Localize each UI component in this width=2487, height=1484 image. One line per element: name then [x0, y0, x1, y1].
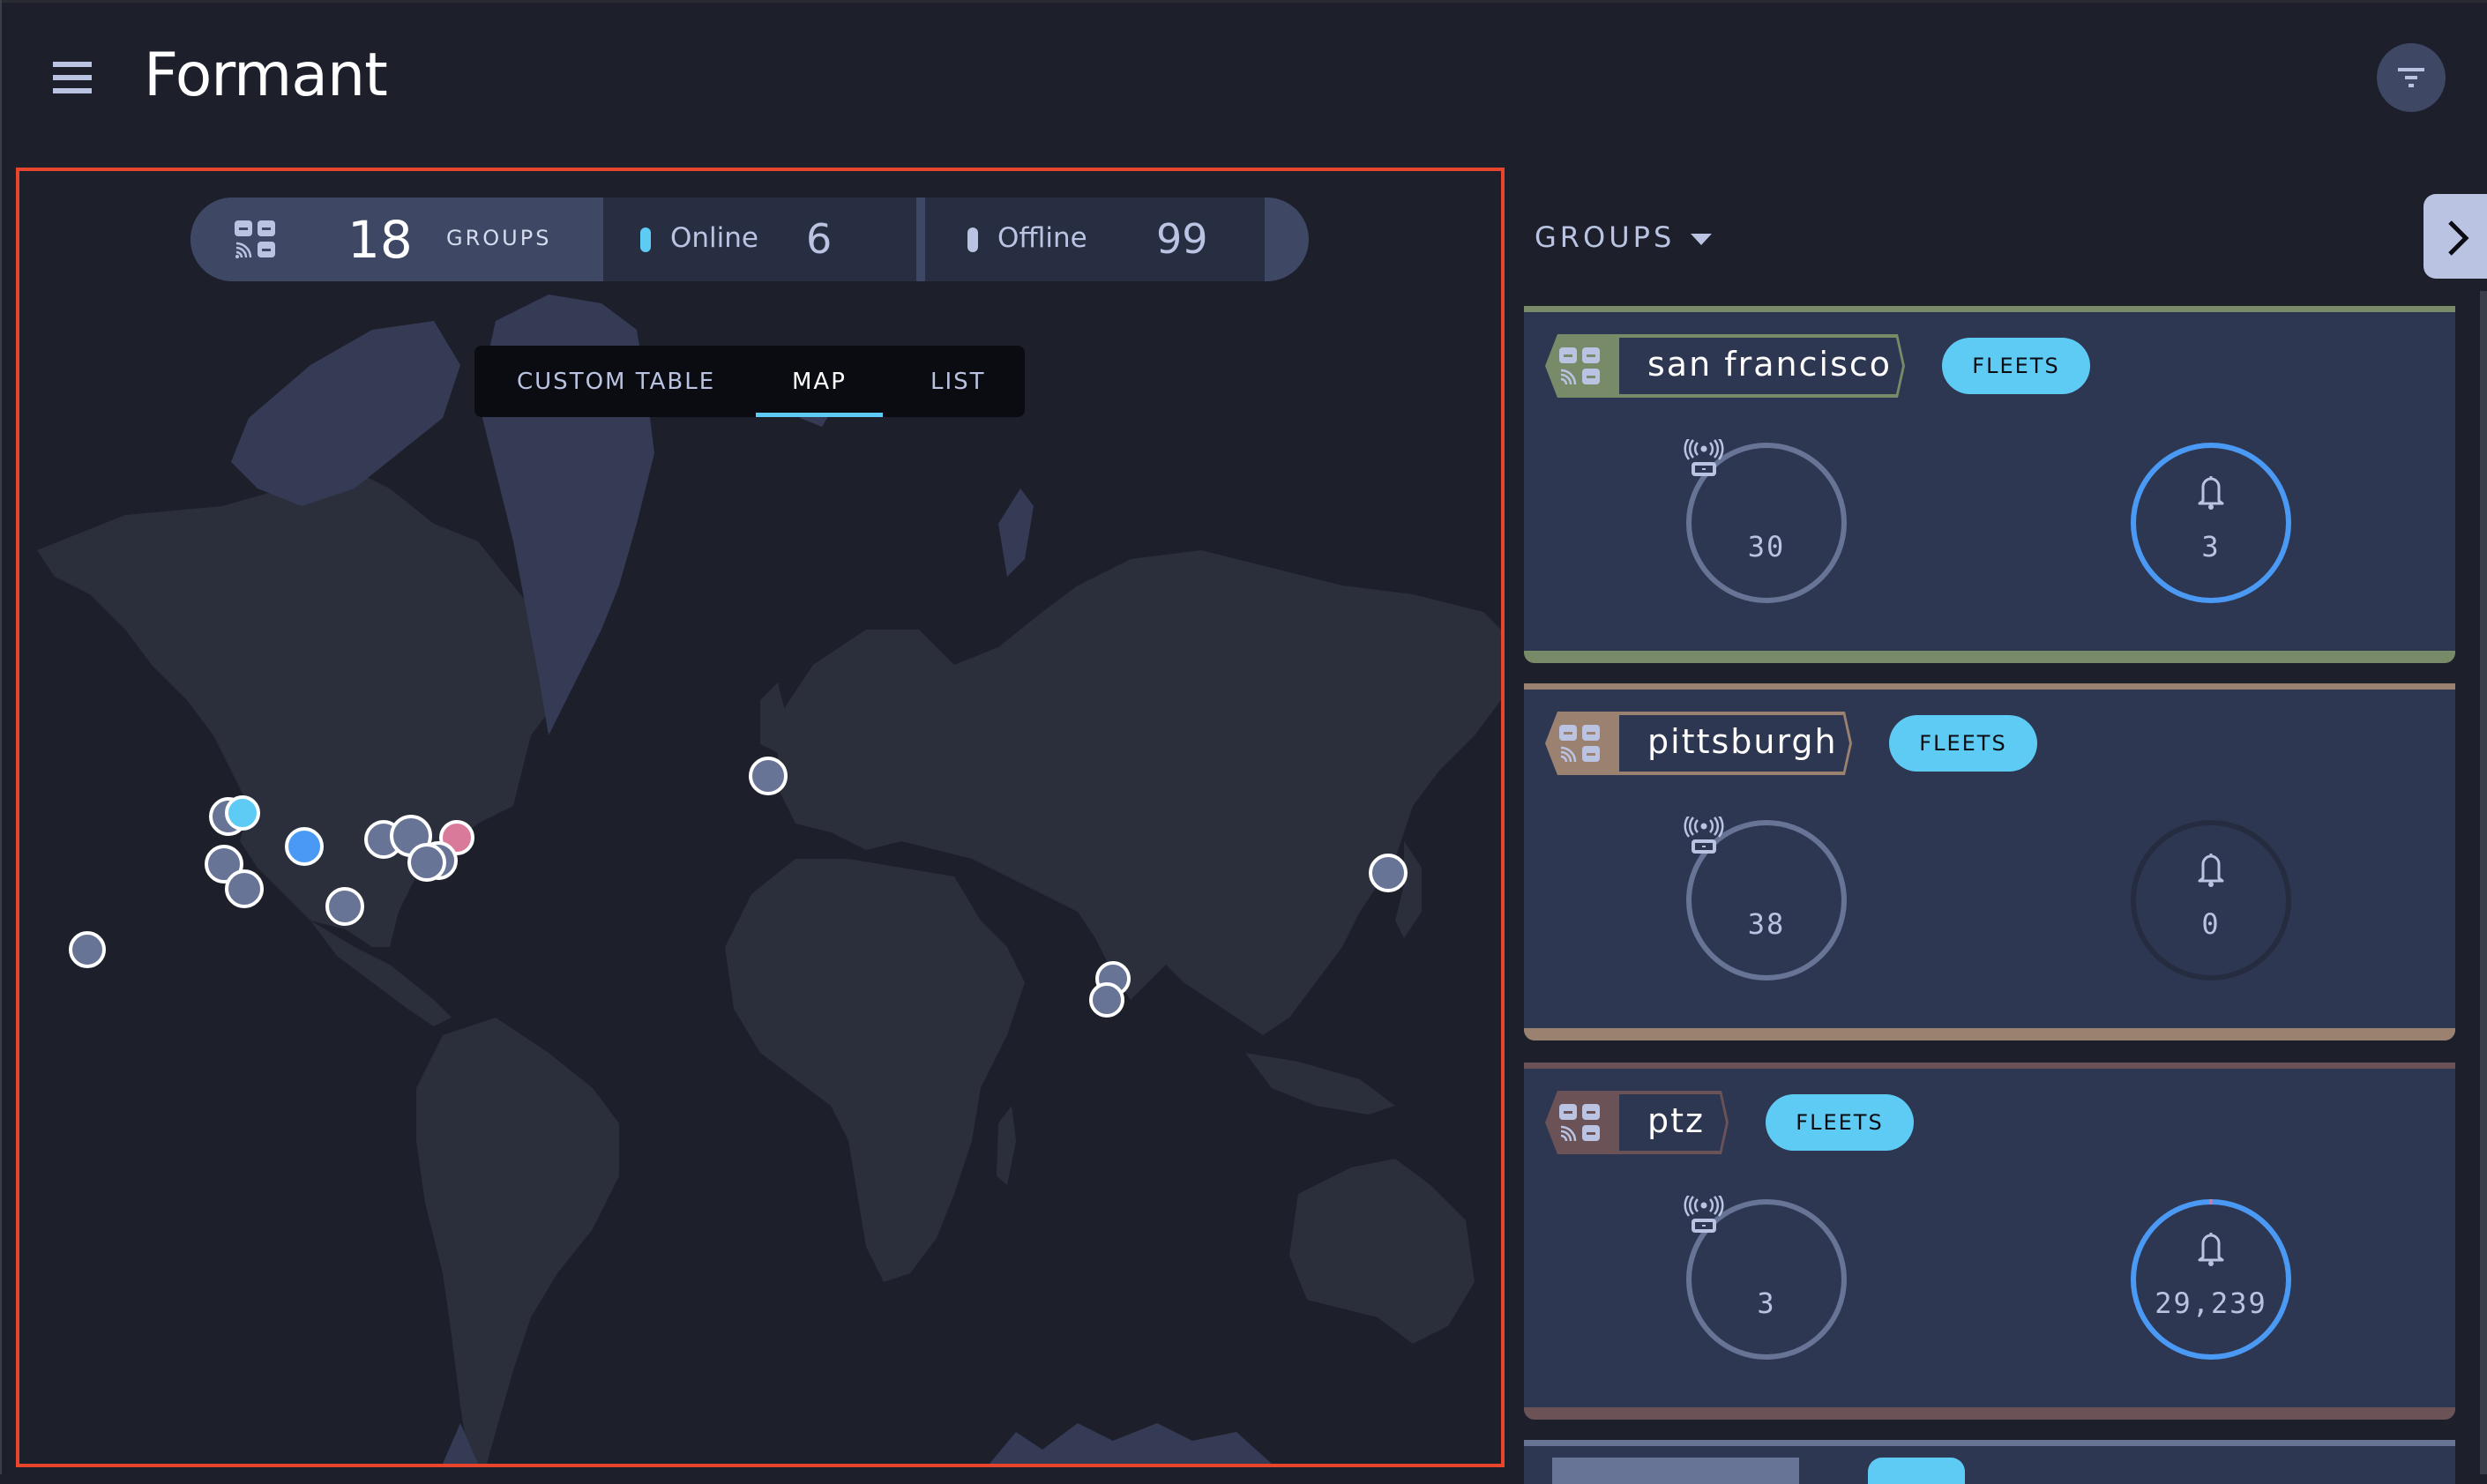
- group-name: san francisco: [1647, 345, 1893, 384]
- card-accent-footer: [1524, 1028, 2455, 1040]
- landmass-south-america: [416, 1018, 619, 1464]
- landmass-madagascar: [997, 1106, 1016, 1185]
- groups-dropdown-label: GROUPS: [1535, 220, 1676, 254]
- online-count: 6: [806, 215, 833, 263]
- alerts-ring[interactable]: 3: [2127, 439, 2295, 607]
- fleets-button[interactable]: FLEETS: [1942, 338, 2090, 394]
- active-tab-indicator: [756, 413, 883, 417]
- group-card[interactable]: pittsburgh FLEETS 38 0: [1524, 683, 2455, 1040]
- alerts-ring-gauge: [2131, 820, 2291, 981]
- alerts-ring[interactable]: 29,239: [2127, 1196, 2295, 1363]
- device-signal-icon: [1684, 1196, 1724, 1233]
- stats-bar: 18 GROUPS Online 6 Offline 99: [190, 198, 1309, 281]
- devices-ring[interactable]: 38: [1683, 817, 1850, 984]
- alerts-ring-gauge: [2131, 443, 2291, 603]
- card-accent-footer: [1524, 1407, 2455, 1420]
- card-accent-bar: [1524, 683, 2455, 690]
- panel-scrollbar[interactable]: [2480, 291, 2487, 1474]
- map-marker[interactable]: [407, 843, 446, 882]
- view-tabs: CUSTOM TABLE MAP LIST: [474, 346, 1025, 417]
- landmass-north-america: [37, 462, 557, 947]
- landmass-japan: [1395, 841, 1422, 938]
- group-name-tag: [1552, 1458, 1799, 1484]
- online-summary[interactable]: Online 6: [603, 198, 916, 281]
- devices-count: 30: [1747, 530, 1786, 563]
- group-name: pittsburgh: [1647, 722, 1838, 761]
- group-card-partial[interactable]: [1524, 1440, 2455, 1484]
- caret-down-icon: [1691, 233, 1713, 245]
- landmass-novaya-zemlya: [998, 488, 1034, 577]
- group-card[interactable]: ptz FLEETS 3 29,239: [1524, 1063, 2455, 1420]
- tab-custom-table[interactable]: CUSTOM TABLE: [517, 369, 715, 395]
- map-marker[interactable]: [69, 931, 106, 968]
- device-signal-icon: [1684, 817, 1724, 854]
- devices-count: 38: [1747, 907, 1786, 941]
- card-accent-footer: [1524, 651, 2455, 663]
- devices-count: 3: [1757, 1286, 1776, 1320]
- card-accent-bar: [1524, 1440, 2455, 1446]
- offline-indicator-icon: [967, 227, 978, 252]
- window-left-edge: [0, 0, 2, 1474]
- filter-button[interactable]: [2377, 43, 2446, 112]
- offline-count: 99: [1156, 215, 1208, 263]
- map-marker[interactable]: [1369, 854, 1408, 892]
- alerts-count: 3: [2201, 530, 2221, 563]
- landmass-australia: [1289, 1159, 1475, 1344]
- landmass-africa: [725, 859, 1025, 1282]
- fleets-button[interactable]: [1868, 1458, 1965, 1484]
- map-marker[interactable]: [325, 887, 364, 926]
- hamburger-icon[interactable]: [53, 62, 92, 93]
- bell-icon: [2198, 1233, 2224, 1266]
- offline-summary[interactable]: Offline 99: [925, 198, 1265, 281]
- groups-summary[interactable]: 18 GROUPS: [190, 198, 603, 281]
- online-label: Online: [670, 222, 758, 254]
- map-view[interactable]: 18 GROUPS Online 6 Offline 99 CUSTOM TAB…: [16, 168, 1505, 1467]
- app-logo[interactable]: Formant: [144, 41, 388, 110]
- group-card[interactable]: san francisco FLEETS 30 3: [1524, 306, 2455, 663]
- groups-label: GROUPS: [446, 226, 552, 250]
- group-name-tag[interactable]: pittsburgh: [1545, 712, 1852, 775]
- alerts-ring-gauge: [2131, 1199, 2291, 1360]
- devices-ring[interactable]: 3: [1683, 1196, 1850, 1363]
- card-accent-bar: [1524, 306, 2455, 312]
- landmass-indonesia: [1245, 1053, 1395, 1115]
- groups-count: 18: [347, 210, 413, 270]
- group-name: ptz: [1647, 1101, 1705, 1140]
- group-name-tag[interactable]: ptz: [1545, 1091, 1729, 1154]
- app-header: Formant: [0, 0, 2487, 159]
- groups-dropdown[interactable]: GROUPS: [1535, 220, 1713, 254]
- fleets-button[interactable]: FLEETS: [1766, 1094, 1914, 1151]
- alerts-ring[interactable]: 0: [2127, 817, 2295, 984]
- groups-icon: [235, 220, 275, 258]
- bell-icon: [2198, 476, 2224, 510]
- tab-list[interactable]: LIST: [930, 369, 986, 395]
- chevron-right-icon: [2448, 220, 2469, 256]
- map-marker[interactable]: [285, 827, 324, 866]
- collapse-panel-button[interactable]: [2424, 194, 2487, 279]
- group-name-tag[interactable]: san francisco: [1545, 334, 1905, 398]
- landmass-antarctica: [443, 1423, 1272, 1464]
- stats-divider: [916, 198, 925, 281]
- device-signal-icon: [1684, 439, 1724, 476]
- fleets-button[interactable]: FLEETS: [1889, 715, 2037, 772]
- online-indicator-icon: [640, 227, 651, 252]
- bell-icon: [2198, 854, 2224, 887]
- devices-ring[interactable]: 30: [1683, 439, 1850, 607]
- landmass-arctic-islands: [231, 321, 460, 506]
- alerts-count: 0: [2201, 907, 2221, 941]
- offline-label: Offline: [997, 222, 1087, 254]
- map-marker[interactable]: [225, 869, 264, 908]
- map-marker[interactable]: [225, 795, 260, 831]
- map-marker[interactable]: [749, 757, 788, 795]
- map-marker[interactable]: [1089, 982, 1124, 1018]
- card-accent-bar: [1524, 1063, 2455, 1069]
- alerts-count: 29,239: [2155, 1286, 2267, 1320]
- tab-map[interactable]: MAP: [792, 369, 847, 395]
